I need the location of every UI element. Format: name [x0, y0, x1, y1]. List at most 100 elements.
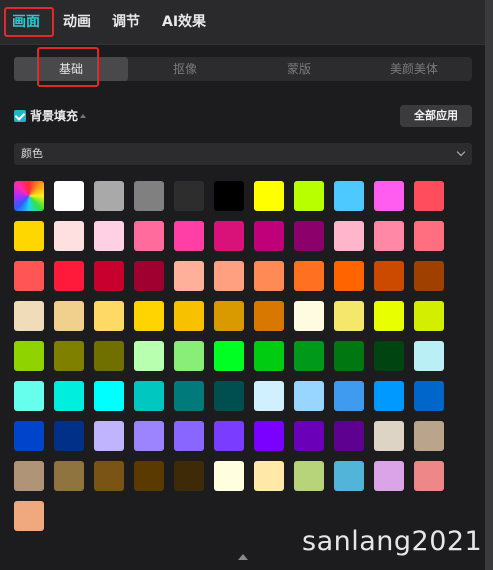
fill-type-select[interactable]: 颜色	[14, 143, 472, 165]
color-swatch[interactable]	[254, 341, 284, 371]
color-swatch[interactable]	[294, 381, 324, 411]
color-swatch[interactable]	[134, 261, 164, 291]
color-swatch[interactable]	[294, 221, 324, 251]
subtab-cutout[interactable]: 抠像	[128, 57, 242, 81]
color-swatch[interactable]	[214, 181, 244, 211]
color-swatch[interactable]	[54, 181, 84, 211]
color-swatch[interactable]	[414, 221, 444, 251]
color-swatch[interactable]	[254, 461, 284, 491]
color-swatch[interactable]	[54, 461, 84, 491]
color-swatch[interactable]	[294, 341, 324, 371]
color-swatch[interactable]	[94, 381, 124, 411]
background-fill-checkbox[interactable]	[14, 110, 26, 122]
color-swatch[interactable]	[174, 461, 204, 491]
scrollbar-track[interactable]	[485, 0, 493, 570]
color-swatch[interactable]	[54, 381, 84, 411]
color-swatch[interactable]	[14, 501, 44, 531]
color-swatch[interactable]	[334, 461, 364, 491]
color-swatch[interactable]	[174, 421, 204, 451]
color-swatch[interactable]	[414, 421, 444, 451]
subtab-beauty[interactable]: 美颜美体	[356, 57, 472, 81]
color-swatch[interactable]	[94, 421, 124, 451]
color-swatch[interactable]	[54, 301, 84, 331]
color-swatch[interactable]	[254, 381, 284, 411]
color-swatch[interactable]	[334, 421, 364, 451]
color-swatch[interactable]	[214, 381, 244, 411]
tab-ai-effects[interactable]: AI效果	[162, 0, 206, 44]
color-swatch[interactable]	[174, 341, 204, 371]
color-picker-swatch[interactable]	[14, 181, 44, 211]
color-swatch[interactable]	[14, 341, 44, 371]
color-swatch[interactable]	[14, 461, 44, 491]
color-swatch[interactable]	[214, 261, 244, 291]
color-swatch[interactable]	[134, 341, 164, 371]
color-swatch[interactable]	[414, 341, 444, 371]
color-swatch[interactable]	[414, 261, 444, 291]
color-swatch[interactable]	[294, 421, 324, 451]
apply-all-button[interactable]: 全部应用	[400, 105, 472, 127]
color-swatch[interactable]	[294, 461, 324, 491]
color-swatch[interactable]	[174, 381, 204, 411]
color-swatch[interactable]	[94, 221, 124, 251]
color-swatch[interactable]	[94, 341, 124, 371]
color-swatch[interactable]	[254, 221, 284, 251]
color-swatch[interactable]	[134, 461, 164, 491]
color-swatch[interactable]	[134, 181, 164, 211]
color-swatch[interactable]	[134, 301, 164, 331]
color-swatch[interactable]	[374, 221, 404, 251]
color-swatch[interactable]	[14, 261, 44, 291]
color-swatch[interactable]	[14, 421, 44, 451]
color-swatch[interactable]	[14, 301, 44, 331]
color-swatch[interactable]	[94, 261, 124, 291]
tab-animation[interactable]: 动画	[63, 0, 91, 44]
color-swatch[interactable]	[254, 301, 284, 331]
color-swatch[interactable]	[374, 341, 404, 371]
color-swatch[interactable]	[294, 181, 324, 211]
color-swatch[interactable]	[334, 341, 364, 371]
color-swatch[interactable]	[214, 301, 244, 331]
tab-adjust[interactable]: 调节	[112, 0, 140, 44]
color-swatch[interactable]	[414, 181, 444, 211]
color-swatch[interactable]	[174, 261, 204, 291]
color-swatch[interactable]	[54, 341, 84, 371]
color-swatch[interactable]	[54, 221, 84, 251]
scroll-up-caret-icon[interactable]	[238, 554, 248, 560]
color-swatch[interactable]	[374, 421, 404, 451]
color-swatch[interactable]	[414, 381, 444, 411]
color-swatch[interactable]	[254, 181, 284, 211]
color-swatch[interactable]	[254, 421, 284, 451]
color-swatch[interactable]	[174, 301, 204, 331]
color-swatch[interactable]	[294, 301, 324, 331]
color-swatch[interactable]	[94, 301, 124, 331]
color-swatch[interactable]	[214, 341, 244, 371]
color-swatch[interactable]	[334, 181, 364, 211]
collapse-caret-icon[interactable]	[80, 114, 86, 118]
color-swatch[interactable]	[374, 381, 404, 411]
color-swatch[interactable]	[14, 381, 44, 411]
color-swatch[interactable]	[174, 181, 204, 211]
color-swatch[interactable]	[374, 301, 404, 331]
color-swatch[interactable]	[294, 261, 324, 291]
color-swatch[interactable]	[334, 221, 364, 251]
color-swatch[interactable]	[54, 421, 84, 451]
color-swatch[interactable]	[54, 261, 84, 291]
color-swatch[interactable]	[214, 421, 244, 451]
color-swatch[interactable]	[374, 261, 404, 291]
color-swatch[interactable]	[134, 221, 164, 251]
color-swatch[interactable]	[414, 301, 444, 331]
color-swatch[interactable]	[134, 421, 164, 451]
color-swatch[interactable]	[14, 221, 44, 251]
color-swatch[interactable]	[254, 261, 284, 291]
color-swatch[interactable]	[334, 261, 364, 291]
color-swatch[interactable]	[334, 381, 364, 411]
subtab-mask[interactable]: 蒙版	[242, 57, 356, 81]
color-swatch[interactable]	[94, 461, 124, 491]
color-swatch[interactable]	[374, 461, 404, 491]
color-swatch[interactable]	[174, 221, 204, 251]
color-swatch[interactable]	[214, 221, 244, 251]
color-swatch[interactable]	[134, 381, 164, 411]
color-swatch[interactable]	[334, 301, 364, 331]
color-swatch[interactable]	[94, 181, 124, 211]
color-swatch[interactable]	[214, 461, 244, 491]
color-swatch[interactable]	[414, 461, 444, 491]
